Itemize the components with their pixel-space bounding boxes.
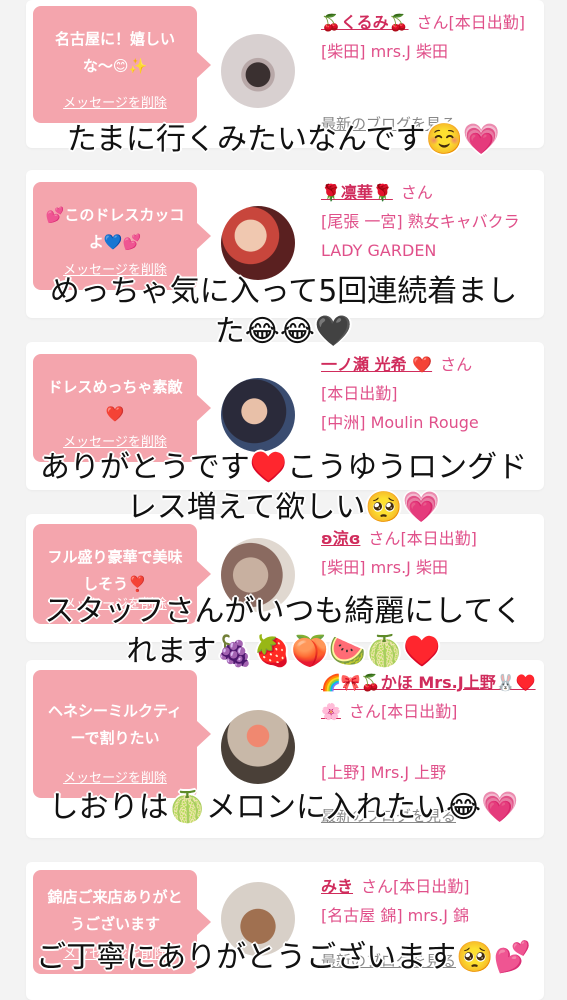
cast-info: 一ノ瀬 光希 ❤️ さん [本日出勤] [中洲] Moulin Rouge <box>321 350 536 437</box>
overlay-caption: ご丁寧にありがとうございます🥺💕 <box>0 938 567 978</box>
message-text: ヘネシーミルクティーで割りたい <box>47 702 183 747</box>
caption-line: めっちゃ気に入って5回連続着まし <box>49 274 518 309</box>
shop-text: [柴田] mrs.J 柴田 <box>321 558 448 577</box>
cast-name-link[interactable]: 一ノ瀬 光希 ❤️ <box>321 355 432 374</box>
message-bubble: 名古屋に！嬉しいな〜😊✨ メッセージを削除 <box>33 6 211 123</box>
status-text: [本日出勤] <box>448 13 526 32</box>
cast-info: 🌈🎀🍒かほ Mrs.J上野🐰♥️🌸 さん[本日出勤] [上野] Mrs.J 上野 <box>321 668 536 787</box>
avatar[interactable] <box>221 206 295 280</box>
message-text: 💕このドレスカッコよ💙💕 <box>45 206 185 251</box>
message-text: 名古屋に！嬉しいな〜😊✨ <box>54 30 175 75</box>
status-text: [本日出勤] <box>393 877 470 896</box>
caption-line: しおりは🍈メロンに入れたい😂💗 <box>48 790 519 825</box>
caption-line: たまに行くみたいなんです☺️💗 <box>66 122 501 157</box>
honorific: さん <box>416 13 449 32</box>
delete-message-link[interactable]: メッセージを削除 <box>33 92 197 111</box>
status-text: [本日出勤] <box>380 702 458 721</box>
overlay-caption: しおりは🍈メロンに入れたい😂💗 <box>0 788 567 828</box>
caption-line: スタッフさんがいつも綺麗にしてく <box>44 594 523 629</box>
caption-line: レス増えて欲しい🥺💗 <box>126 490 441 525</box>
status-text: [本日出勤] <box>400 529 477 548</box>
cast-name-link[interactable]: みき <box>321 877 353 896</box>
shop-text: [名古屋 錦] mrs.J 錦 <box>321 906 470 925</box>
avatar[interactable] <box>221 34 295 108</box>
message-bubble: ヘネシーミルクティーで割りたい メッセージを削除 <box>33 670 211 798</box>
caption-line: れます🍇🍓🍑🍉🍈♥️ <box>126 634 441 669</box>
cast-info: 🌹凛華🌹 さん [尾張 一宮] 熟女キャバクラ LADY GARDEN <box>321 178 536 265</box>
honorific: さん <box>440 355 473 374</box>
cast-name-link[interactable]: 🌹凛華🌹 <box>321 183 393 202</box>
cast-info: みき さん[本日出勤] [名古屋 錦] mrs.J 錦 <box>321 872 536 930</box>
overlay-caption: ありがとうです♥️こうゆうロングド レス増えて欲しい🥺💗 <box>0 448 567 528</box>
shop-text: [中洲] Moulin Rouge <box>321 413 479 432</box>
cast-info: ʚ涼ɞ さん[本日出勤] [柴田] mrs.J 柴田 <box>321 524 536 582</box>
cast-info: 🍒くるみ🍒 さん[本日出勤] [柴田] mrs.J 柴田 <box>321 8 536 66</box>
shop-text: [尾張 一宮] 熟女キャバクラ LADY GARDEN <box>321 212 520 260</box>
message-bubble: ドレスめっちゃ素敵❤️ メッセージを削除 <box>33 354 211 462</box>
caption-line: ご丁寧にありがとうございます🥺💕 <box>36 940 531 975</box>
overlay-caption: スタッフさんがいつも綺麗にしてく れます🍇🍓🍑🍉🍈♥️ <box>0 592 567 672</box>
message-text: ドレスめっちゃ素敵❤️ <box>47 378 183 423</box>
honorific: さん <box>400 183 433 202</box>
status-text: [本日出勤] <box>321 384 398 403</box>
cast-name-link[interactable]: ʚ涼ɞ <box>321 529 360 548</box>
caption-line: ありがとうです♥️こうゆうロングド <box>39 450 528 485</box>
honorific: さん <box>368 529 401 548</box>
honorific: さん <box>361 877 394 896</box>
delete-message-link[interactable]: メッセージを削除 <box>33 767 197 786</box>
avatar[interactable] <box>221 378 295 452</box>
avatar[interactable] <box>221 710 295 784</box>
caption-line: た😂😂🖤 <box>214 314 353 349</box>
shop-text: [上野] Mrs.J 上野 <box>321 763 447 782</box>
shop-text: [柴田] mrs.J 柴田 <box>321 42 448 61</box>
cast-name-link[interactable]: 🍒くるみ🍒 <box>321 13 409 32</box>
message-text: フル盛り豪華で美味しそう❣️ <box>47 548 183 593</box>
honorific: さん <box>348 702 381 721</box>
overlay-caption: たまに行くみたいなんです☺️💗 <box>0 120 567 160</box>
message-card: 錦店ご来店ありがとうございます メッセージを削除 みき さん[本日出勤] [名古屋… <box>26 862 544 1000</box>
overlay-caption: めっちゃ気に入って5回連続着まし た😂😂🖤 <box>0 272 567 352</box>
message-text: 錦店ご来店ありがとうございます <box>47 888 183 933</box>
